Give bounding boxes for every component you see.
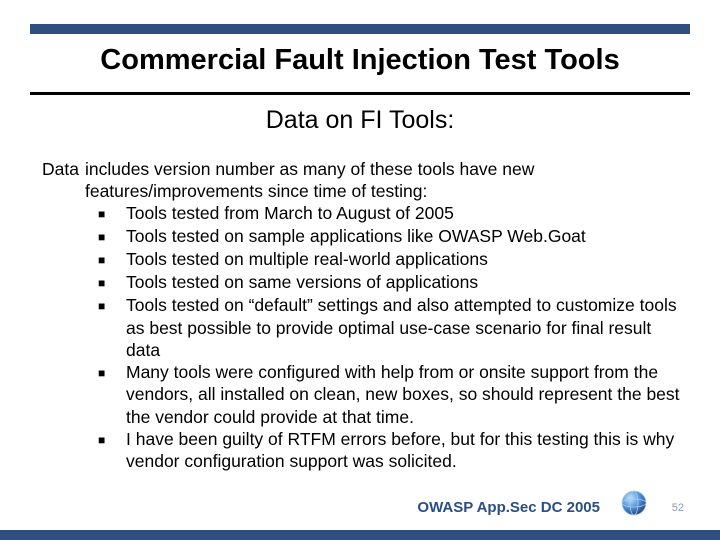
bottom-accent-bar: [0, 530, 720, 540]
page-number: 52: [672, 502, 684, 514]
square-bullet-icon: ■: [98, 361, 116, 428]
globe-icon: [620, 489, 648, 522]
square-bullet-icon: ■: [98, 428, 116, 472]
list-item: ■ Tools tested on multiple real-world ap…: [98, 248, 680, 271]
bullet-list: ■ Tools tested from March to August of 2…: [42, 202, 680, 472]
list-item: ■ Many tools were configured with help f…: [98, 361, 680, 428]
list-item: ■ Tools tested on same versions of appli…: [98, 271, 680, 294]
intro-paragraph: Data includes version number as many of …: [42, 158, 680, 202]
list-item-text: Many tools were configured with help fro…: [116, 361, 680, 428]
footer-text: OWASP App.Sec DC 2005: [417, 499, 600, 516]
intro-lead: Data: [42, 158, 79, 202]
list-item-text: Tools tested on same versions of applica…: [116, 271, 478, 294]
slide-title: Commercial Fault Injection Test Tools: [0, 44, 720, 77]
list-item: ■ Tools tested on sample applications li…: [98, 225, 680, 248]
square-bullet-icon: ■: [98, 294, 116, 361]
title-underline: [30, 92, 690, 95]
list-item-text: Tools tested on “default” settings and a…: [116, 294, 680, 361]
list-item: ■ I have been guilty of RTFM errors befo…: [98, 428, 680, 472]
square-bullet-icon: ■: [98, 248, 116, 271]
top-accent-bar: [30, 24, 690, 34]
list-item: ■ Tools tested on “default” settings and…: [98, 294, 680, 361]
square-bullet-icon: ■: [98, 202, 116, 225]
slide: Commercial Fault Injection Test Tools Da…: [0, 0, 720, 540]
list-item-text: Tools tested on sample applications like…: [116, 225, 586, 248]
body-content: Data includes version number as many of …: [42, 158, 680, 472]
square-bullet-icon: ■: [98, 225, 116, 248]
list-item: ■ Tools tested from March to August of 2…: [98, 202, 680, 225]
intro-rest: includes version number as many of these…: [79, 158, 680, 202]
list-item-text: Tools tested from March to August of 200…: [116, 202, 454, 225]
square-bullet-icon: ■: [98, 271, 116, 294]
list-item-text: Tools tested on multiple real-world appl…: [116, 248, 488, 271]
list-item-text: I have been guilty of RTFM errors before…: [116, 428, 680, 472]
slide-subtitle: Data on FI Tools:: [0, 106, 720, 135]
